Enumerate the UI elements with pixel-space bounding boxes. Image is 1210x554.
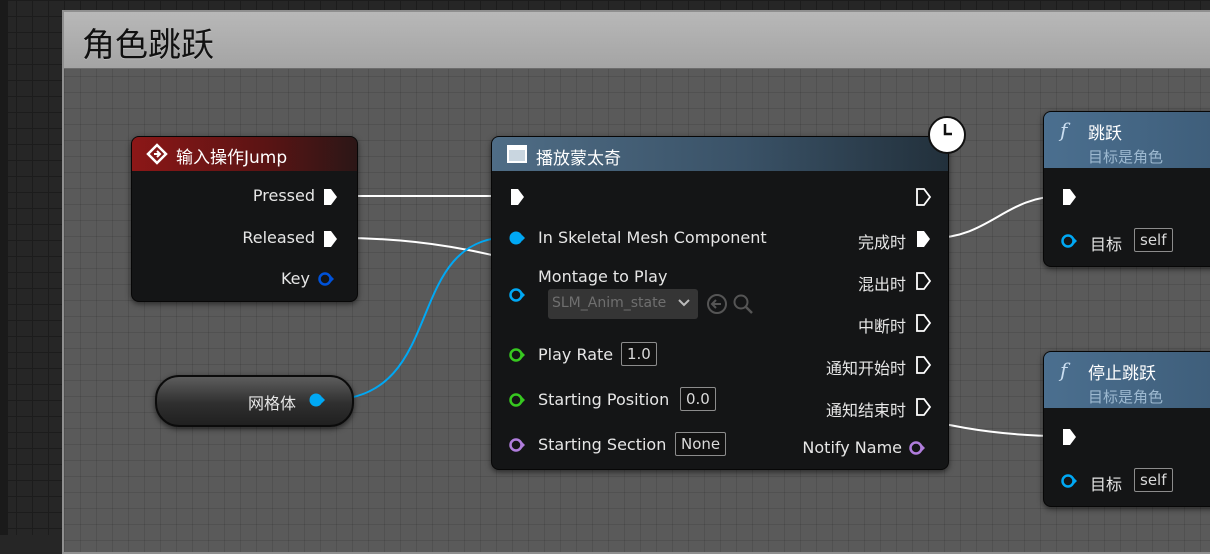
interrupted-exec-pin[interactable] <box>915 313 932 333</box>
montage-exec-out-pin[interactable] <box>915 187 932 207</box>
interrupted-label: 中断时 <box>857 317 906 336</box>
montage-function-icon <box>507 145 527 163</box>
skeletal-mesh-pin[interactable] <box>509 230 525 246</box>
completed-label: 完成时 <box>857 233 906 252</box>
stop-jump-target-label: 目标 <box>1090 475 1123 494</box>
play-rate-label: Play Rate <box>538 345 614 364</box>
jump-function-node[interactable]: f 跳跃 目标是角色 目标 self <box>1043 111 1210 267</box>
notify-name-label: Notify Name <box>802 438 902 457</box>
play-montage-title: 播放蒙太奇 <box>536 149 621 169</box>
blend-out-label: 混出时 <box>857 275 906 294</box>
skeletal-mesh-label: In Skeletal Mesh Component <box>538 228 767 247</box>
jump-target-pin[interactable] <box>1061 233 1077 249</box>
montage-to-play-label: Montage to Play <box>538 267 668 286</box>
stop-jump-function-node[interactable]: f 停止跳跃 目标是角色 目标 self <box>1043 351 1210 507</box>
notify-begin-exec-pin[interactable] <box>915 355 932 375</box>
use-selected-arrow-icon[interactable] <box>706 293 728 315</box>
play-rate-pin[interactable] <box>509 347 525 363</box>
stop-jump-target-pin[interactable] <box>1061 473 1077 489</box>
pressed-exec-pin[interactable] <box>322 187 339 207</box>
chevron-down-icon <box>678 299 690 307</box>
jump-exec-in-pin[interactable] <box>1061 187 1078 207</box>
mesh-variable-node[interactable]: 网格体 <box>155 375 354 427</box>
stop-jump-function-subtitle: 目标是角色 <box>1088 388 1164 406</box>
montage-asset-value: SLM_Anim_state <box>552 295 667 311</box>
latent-clock-icon <box>928 116 966 154</box>
key-pin[interactable] <box>318 271 334 287</box>
stop-jump-function-title: 停止跳跃 <box>1088 364 1156 384</box>
starting-position-input[interactable]: 0.0 <box>680 387 716 411</box>
blend-out-exec-pin[interactable] <box>915 271 932 291</box>
released-exec-pin[interactable] <box>322 229 339 249</box>
input-action-node[interactable]: 输入操作Jump Pressed Released Key <box>131 136 358 302</box>
input-event-icon <box>146 143 168 165</box>
stop-jump-target-value[interactable]: self <box>1134 468 1173 492</box>
notify-name-pin[interactable] <box>909 440 925 456</box>
montage-to-play-pin[interactable] <box>509 287 525 303</box>
pressed-label: Pressed <box>252 186 315 205</box>
starting-position-pin[interactable] <box>509 392 525 408</box>
input-action-title: 输入操作Jump <box>176 148 288 168</box>
starting-section-label: Starting Section <box>538 435 667 454</box>
completed-exec-pin[interactable] <box>915 229 932 249</box>
montage-exec-in-pin[interactable] <box>509 187 526 207</box>
browse-search-icon[interactable] <box>732 293 754 315</box>
function-icon: f <box>1060 358 1068 382</box>
play-rate-input[interactable]: 1.0 <box>621 342 657 366</box>
notify-end-label: 通知结束时 <box>825 401 906 420</box>
starting-section-pin[interactable] <box>509 437 525 453</box>
montage-asset-dropdown[interactable]: SLM_Anim_state <box>548 289 698 319</box>
notify-begin-label: 通知开始时 <box>825 359 906 378</box>
jump-target-value[interactable]: self <box>1134 228 1173 252</box>
jump-function-title: 跳跃 <box>1088 124 1122 144</box>
key-label: Key <box>280 269 310 288</box>
jump-target-label: 目标 <box>1090 235 1123 254</box>
starting-position-label: Starting Position <box>538 390 670 409</box>
stop-jump-exec-in-pin[interactable] <box>1061 427 1078 447</box>
released-label: Released <box>242 228 315 247</box>
notify-end-exec-pin[interactable] <box>915 397 932 417</box>
jump-function-subtitle: 目标是角色 <box>1088 148 1164 166</box>
mesh-variable-label: 网格体 <box>248 394 297 413</box>
starting-section-input[interactable]: None <box>675 432 727 456</box>
play-montage-node[interactable]: 播放蒙太奇 In Skeletal Mesh Component Montage… <box>491 136 949 470</box>
function-icon: f <box>1060 118 1068 142</box>
mesh-output-pin[interactable] <box>309 392 325 408</box>
